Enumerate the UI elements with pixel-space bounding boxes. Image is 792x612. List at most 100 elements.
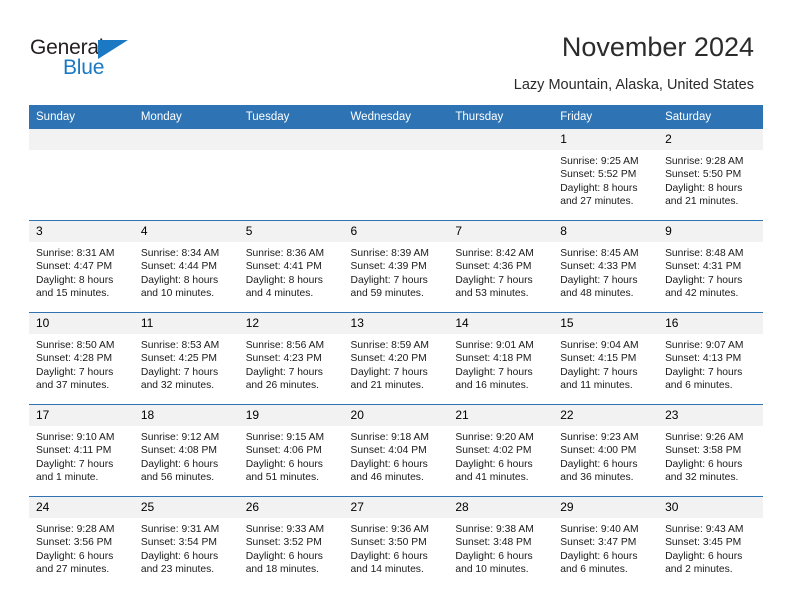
day-number xyxy=(133,129,239,150)
day-sun-info: Sunrise: 9:31 AM Sunset: 3:54 PM Daylight:… xyxy=(134,518,239,577)
day-sun-info: Sunrise: 9:26 AM Sunset: 3:58 PM Daylight:… xyxy=(658,426,763,485)
calendar-day-cell[interactable]: 18 Sunrise: 9:12 AM Sunset: 4:08 PM Dayligh… xyxy=(133,404,239,497)
day-number xyxy=(29,129,134,150)
calendar-day-cell-empty xyxy=(343,129,449,221)
calendar-day-cell[interactable]: 14 Sunrise: 9:01 AM Sunset: 4:18 PM Dayligh… xyxy=(448,312,554,405)
day-sun-info: Sunrise: 9:36 AM Sunset: 3:50 PM Daylight:… xyxy=(344,518,449,577)
calendar-day-cell[interactable]: 30 Sunrise: 9:43 AM Sunset: 3:45 PM Dayligh… xyxy=(658,496,763,588)
calendar-day-cell[interactable]: 17 Sunrise: 9:10 AM Sunset: 4:11 PM Dayligh… xyxy=(29,404,134,497)
day-info-line: Daylight: 6 hours xyxy=(665,550,743,562)
day-info-line: Sunrise: 8:59 AM xyxy=(350,340,429,351)
day-info-line: and 48 minutes. xyxy=(560,288,634,300)
day-sun-info: Sunrise: 9:12 AM Sunset: 4:08 PM Daylight:… xyxy=(134,426,239,485)
day-info-line: Sunrise: 8:45 AM xyxy=(560,248,639,259)
day-info-line: Sunset: 3:48 PM xyxy=(455,537,532,549)
calendar-day-cell[interactable]: 23 Sunrise: 9:26 AM Sunset: 3:58 PM Dayligh… xyxy=(658,404,763,497)
day-info-line: Sunset: 4:06 PM xyxy=(245,445,322,457)
calendar-day-cell-empty xyxy=(238,129,344,221)
day-number: 29 xyxy=(553,497,659,518)
day-info-line: Daylight: 8 hours xyxy=(245,274,323,286)
day-number xyxy=(238,129,344,150)
calendar-day-cell[interactable]: 2 Sunrise: 9:28 AM Sunset: 5:50 PM Daylight… xyxy=(658,129,763,221)
calendar-day-cell[interactable]: 7 Sunrise: 8:42 AM Sunset: 4:36 PM Daylight… xyxy=(448,220,554,313)
day-info-line: Daylight: 7 hours xyxy=(36,366,114,378)
day-info-line: and 51 minutes. xyxy=(245,472,319,484)
calendar-day-cell[interactable]: 27 Sunrise: 9:36 AM Sunset: 3:50 PM Dayligh… xyxy=(343,496,449,588)
day-info-line: Sunset: 4:08 PM xyxy=(140,445,217,457)
calendar-day-cell[interactable]: 20 Sunrise: 9:18 AM Sunset: 4:04 PM Dayligh… xyxy=(343,404,449,497)
day-info-line: Sunrise: 9:26 AM xyxy=(665,432,744,443)
day-number: 23 xyxy=(658,405,763,426)
calendar-day-cell[interactable]: 13 Sunrise: 8:59 AM Sunset: 4:20 PM Dayligh… xyxy=(343,312,449,405)
day-sun-info: Sunrise: 9:33 AM Sunset: 3:52 PM Daylight:… xyxy=(239,518,344,577)
calendar-day-cell[interactable]: 24 Sunrise: 9:28 AM Sunset: 3:56 PM Dayligh… xyxy=(29,496,134,588)
day-info-line: Daylight: 8 hours xyxy=(560,182,638,194)
calendar-day-cell[interactable]: 5 Sunrise: 8:36 AM Sunset: 4:41 PM Daylight… xyxy=(238,220,344,313)
calendar-day-cell[interactable]: 22 Sunrise: 9:23 AM Sunset: 4:00 PM Dayligh… xyxy=(553,404,659,497)
day-info-line: Sunrise: 9:10 AM xyxy=(36,432,115,443)
calendar-day-cell[interactable]: 4 Sunrise: 8:34 AM Sunset: 4:44 PM Daylight… xyxy=(133,220,239,313)
day-info-line: Sunrise: 9:23 AM xyxy=(560,432,639,443)
day-number: 7 xyxy=(448,221,554,242)
calendar-day-cell[interactable]: 29 Sunrise: 9:40 AM Sunset: 3:47 PM Dayligh… xyxy=(553,496,659,588)
calendar-day-cell[interactable]: 9 Sunrise: 8:48 AM Sunset: 4:31 PM Daylight… xyxy=(658,220,763,313)
day-info-line: Sunset: 4:39 PM xyxy=(350,261,427,273)
day-info-line: Sunrise: 8:53 AM xyxy=(140,340,220,351)
day-info-line: Sunset: 4:36 PM xyxy=(455,261,532,273)
calendar-day-cell[interactable]: 8 Sunrise: 8:45 AM Sunset: 4:33 PM Daylight… xyxy=(553,220,659,313)
day-info-line: Sunrise: 9:15 AM xyxy=(245,432,325,443)
day-info-line: Sunset: 4:33 PM xyxy=(560,261,637,273)
page-subtitle: Lazy Mountain, Alaska, United States xyxy=(513,77,754,93)
day-info-line: Sunset: 3:47 PM xyxy=(560,537,637,549)
calendar-day-cell[interactable]: 21 Sunrise: 9:20 AM Sunset: 4:02 PM Dayligh… xyxy=(448,404,554,497)
calendar-day-cell-empty xyxy=(29,129,134,221)
day-info-line: and 42 minutes. xyxy=(665,288,739,300)
day-number: 28 xyxy=(448,497,554,518)
day-info-line: Sunrise: 9:18 AM xyxy=(350,432,429,443)
calendar-day-cell[interactable]: 1 Sunrise: 9:25 AM Sunset: 5:52 PM Daylight… xyxy=(553,129,659,221)
day-info-line: Sunset: 4:25 PM xyxy=(140,353,217,365)
day-number: 5 xyxy=(238,221,344,242)
day-info-line: Sunrise: 8:48 AM xyxy=(665,248,744,259)
calendar-day-cell[interactable]: 10 Sunrise: 8:50 AM Sunset: 4:28 PM Dayligh… xyxy=(29,312,134,405)
day-info-line: Sunrise: 9:01 AM xyxy=(455,340,534,351)
day-number: 4 xyxy=(133,221,239,242)
calendar-day-cell[interactable]: 16 Sunrise: 9:07 AM Sunset: 4:13 PM Dayligh… xyxy=(658,312,763,405)
calendar-day-cell[interactable]: 6 Sunrise: 8:39 AM Sunset: 4:39 PM Daylight… xyxy=(343,220,449,313)
calendar-day-cell[interactable]: 12 Sunrise: 8:56 AM Sunset: 4:23 PM Dayligh… xyxy=(238,312,344,405)
calendar-day-cell[interactable]: 25 Sunrise: 9:31 AM Sunset: 3:54 PM Dayligh… xyxy=(133,496,239,588)
day-sun-info: Sunrise: 9:18 AM Sunset: 4:04 PM Daylight:… xyxy=(344,426,449,485)
day-number xyxy=(448,129,554,150)
calendar-day-cell[interactable]: 15 Sunrise: 9:04 AM Sunset: 4:15 PM Dayligh… xyxy=(553,312,659,405)
day-info-line: and 11 minutes. xyxy=(560,380,633,392)
day-info-line: and 26 minutes. xyxy=(245,380,319,392)
calendar-day-cell[interactable]: 26 Sunrise: 9:33 AM Sunset: 3:52 PM Dayligh… xyxy=(238,496,344,588)
calendar-day-cell[interactable]: 3 Sunrise: 8:31 AM Sunset: 4:47 PM Daylight… xyxy=(29,220,134,313)
day-info-line: and 15 minutes. xyxy=(36,288,110,300)
calendar-week-row: 1 Sunrise: 9:25 AM Sunset: 5:52 PM Daylight… xyxy=(29,129,763,221)
day-info-line: and 10 minutes. xyxy=(140,288,215,300)
day-info-line: Daylight: 6 hours xyxy=(350,550,428,562)
day-number: 2 xyxy=(658,129,763,150)
day-info-line: and 46 minutes. xyxy=(350,472,424,484)
day-info-line: Daylight: 7 hours xyxy=(350,274,428,286)
day-number: 8 xyxy=(553,221,659,242)
day-info-line: Daylight: 7 hours xyxy=(245,366,323,378)
weekday-header-sunday: Sunday xyxy=(29,105,134,129)
day-number: 13 xyxy=(343,313,449,334)
day-info-line: Sunrise: 8:56 AM xyxy=(245,340,325,351)
day-number xyxy=(343,129,449,150)
day-number: 3 xyxy=(29,221,134,242)
day-number: 12 xyxy=(238,313,344,334)
day-info-line: Sunset: 4:18 PM xyxy=(455,353,532,365)
calendar-day-cell[interactable]: 28 Sunrise: 9:38 AM Sunset: 3:48 PM Dayligh… xyxy=(448,496,554,588)
day-number: 17 xyxy=(29,405,134,426)
day-info-line: Daylight: 6 hours xyxy=(455,550,533,562)
weekday-header-friday: Friday xyxy=(553,105,659,129)
calendar-day-cell[interactable]: 19 Sunrise: 9:15 AM Sunset: 4:06 PM Dayligh… xyxy=(238,404,344,497)
day-info-line: and 2 minutes. xyxy=(665,564,733,576)
day-info-line: and 32 minutes. xyxy=(140,380,215,392)
day-info-line: Sunrise: 9:33 AM xyxy=(245,524,325,535)
calendar-grid: Sunday Monday Tuesday Wednesday Thursday Frid… xyxy=(29,105,763,588)
calendar-day-cell[interactable]: 11 Sunrise: 8:53 AM Sunset: 4:25 PM Dayligh… xyxy=(133,312,239,405)
